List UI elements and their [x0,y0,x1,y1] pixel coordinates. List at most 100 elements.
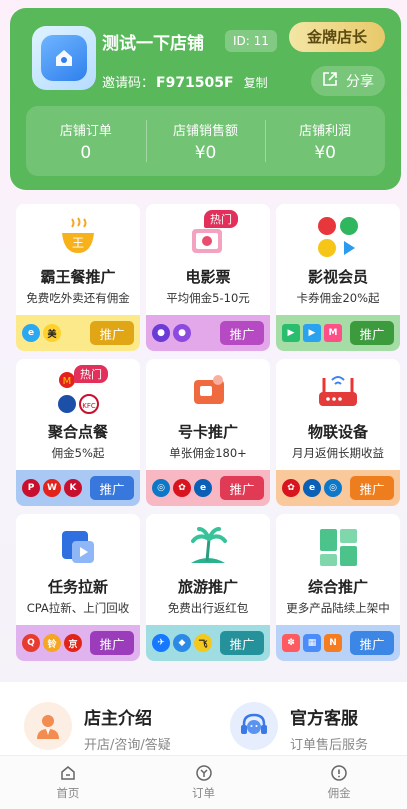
service-subtitle: 订单售后服务 [290,738,369,753]
tile-subtitle: 免费出行返红包 [167,601,249,615]
stat-profit[interactable]: 店铺利润 ¥0 [265,106,385,176]
wallace-logo-icon: W [43,479,61,497]
film-reel-icon: ● [152,324,170,342]
china-mobile-logo-icon: ◎ [152,479,170,497]
video-member-icon [312,212,364,262]
tile-subtitle: CPA拉新、上门回收 [26,601,130,615]
play-icon: ▶ [282,324,300,342]
task-icon [52,522,104,572]
eleme-logo-icon: e [22,324,40,342]
stat-value: ¥0 [194,143,217,163]
stat-label: 店铺利润 [299,124,352,139]
partner-logos: e 美 [22,324,61,342]
tile-movie-ticket[interactable]: 热门 电影票 平均佣金5-10元 ● ● 推广 [146,204,270,351]
travel-app-logo-icon: ◆ [173,634,191,652]
shop-owner-icon [24,702,72,750]
promote-button[interactable]: 推广 [90,321,134,345]
tile-bar: ✽ ▦ N 推广 [276,625,400,661]
level-badge[interactable]: 金牌店长 [289,22,385,52]
tile-bar: ▶ ▶ M 推广 [276,315,400,351]
tile-subtitle: 平均佣金5-10元 [166,291,250,305]
travel-app-logo-icon: ✈ [152,634,170,652]
bawangcan-icon: 王 [52,212,104,262]
app-logo-icon: Q [22,634,40,652]
app-logo-icon: ▦ [303,634,321,652]
stat-label: 店铺销售额 [173,124,239,139]
tile-travel[interactable]: 旅游推广 免费出行返红包 ✈ ◆ 飞 推广 [146,514,270,661]
pizza-hut-logo-icon: P [22,479,40,497]
tile-title: 电影票 [185,268,231,286]
bottom-tab-bar: 首页 订单 佣金 [0,755,407,809]
tile-title: 旅游推广 [177,578,238,596]
partner-logos: ✈ ◆ 飞 [152,634,212,652]
tile-general[interactable]: 综合推广 更多产品陆续上架中 ✽ ▦ N 推广 [276,514,400,661]
promote-button[interactable]: 推广 [90,631,134,655]
tile-subtitle: 更多产品陆续上架中 [286,601,390,615]
stat-orders[interactable]: 店铺订单 0 [26,106,146,176]
app-logo-icon: 铃 [43,634,61,652]
tab-home[interactable]: 首页 [0,756,136,809]
promote-button[interactable]: 推广 [350,631,394,655]
shop-owner-intro-card[interactable]: 店主介绍 开店/咨询/答疑 [18,696,208,758]
china-unicom-logo-icon: ✿ [173,479,191,497]
partner-logos: ◎ ✿ e [152,479,212,497]
svg-text:M: M [63,376,72,387]
service-title: 官方客服 [290,709,358,729]
service-section: 店主介绍 开店/咨询/答疑 官方客服 订单售后服务 [0,682,407,762]
partner-logos: Q 铃 京 [22,634,82,652]
tile-bar: ● ● 推广 [146,315,270,351]
tab-label: 订单 [192,786,215,800]
app-logo-icon: N [324,634,342,652]
partner-logos: ▶ ▶ M [282,324,342,342]
tile-video-member[interactable]: 影视会员 卡券佣金20%起 ▶ ▶ M 推广 [276,204,400,351]
tab-commission[interactable]: 佣金 [271,756,407,809]
tile-subtitle: 月月返佣长期收益 [292,446,384,460]
grid-icon [312,522,364,572]
tile-bar: ✈ ◆ 飞 推广 [146,625,270,661]
tile-iot-device[interactable]: 物联设备 月月返佣长期收益 ✿ e ◎ 推广 [276,359,400,506]
tab-label: 首页 [56,786,80,800]
promote-button[interactable]: 推广 [220,631,264,655]
stats-panel: 店铺订单 0 店铺销售额 ¥0 店铺利润 ¥0 [26,106,385,176]
customer-service-card[interactable]: 官方客服 订单售后服务 [224,696,407,758]
tile-sim-card[interactable]: 号卡推广 单张佣金180+ ◎ ✿ e 推广 [146,359,270,506]
kfc-logo-icon: K [64,479,82,497]
invite-label: 邀请码： [102,76,155,91]
sim-card-icon [182,367,234,417]
jd-logo-icon: 京 [64,634,82,652]
customer-service-icon [230,702,278,750]
stat-label: 店铺订单 [59,124,112,139]
shop-header-card: 测试一下店铺 ID: 11 金牌店长 邀请码： F971505F 复制 分享 店铺订… [10,8,401,190]
tile-bar: ✿ e ◎ 推广 [276,470,400,506]
tile-bawangcan[interactable]: 王 霸王餐推广 免费吃外卖还有佣金 e 美 推广 [16,204,140,351]
promote-button[interactable]: 推广 [220,321,264,345]
promote-button[interactable]: 推广 [350,321,394,345]
tile-bar: Q 铃 京 推广 [16,625,140,661]
stat-value: ¥0 [314,143,336,163]
partner-logos: P W K [22,479,82,497]
tile-subtitle: 单张佣金180+ [169,446,247,460]
tile-title: 聚合点餐 [47,423,108,441]
copy-button[interactable]: 复制 [244,76,268,90]
tile-subtitle: 佣金5%起 [51,446,105,460]
tile-title: 影视会员 [307,268,368,286]
fliggy-logo-icon: 飞 [194,634,212,652]
shop-avatar[interactable] [32,26,96,90]
commission-icon [330,764,348,782]
service-subtitle: 开店/咨询/答疑 [84,738,171,753]
tile-title: 任务拉新 [47,578,108,596]
promotion-grid: 王 霸王餐推广 免费吃外卖还有佣金 e 美 推广 热门 电影票 平均佣金5-10… [16,204,402,661]
promote-button[interactable]: 推广 [350,476,394,500]
stat-sales[interactable]: 店铺销售额 ¥0 [145,106,266,176]
partner-logos: ● ● [152,324,191,342]
share-label: 分享 [346,74,374,90]
promote-button[interactable]: 推广 [90,476,134,500]
china-mobile-logo-icon: ◎ [324,479,342,497]
service-title: 店主介绍 [84,709,152,729]
promote-button[interactable]: 推广 [220,476,264,500]
share-button[interactable]: 分享 [311,66,385,96]
tile-food-order[interactable]: M KFC 热门 聚合点餐 佣金5%起 P W K 推广 [16,359,140,506]
tile-task[interactable]: 任务拉新 CPA拉新、上门回收 Q 铃 京 推广 [16,514,140,661]
tab-orders[interactable]: 订单 [136,756,272,809]
film-reel-icon: ● [173,324,191,342]
